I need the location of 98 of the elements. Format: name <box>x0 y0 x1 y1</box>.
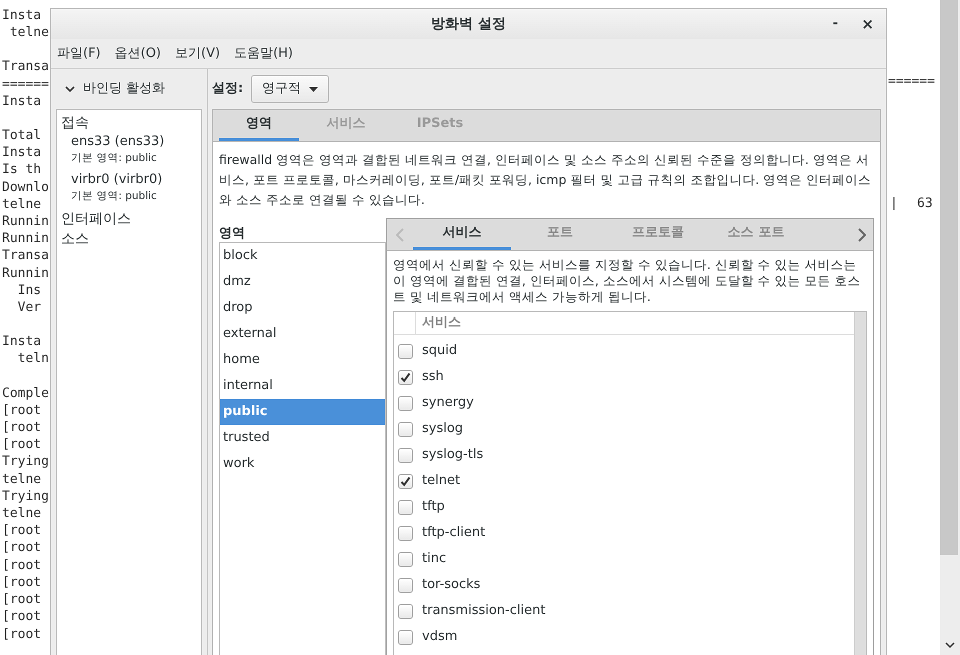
terminal-line: Insta <box>2 333 42 350</box>
terminal-line: [root <box>2 556 42 574</box>
terminal-line: Runnin <box>2 213 49 230</box>
checkbox[interactable] <box>398 474 413 488</box>
zone-item[interactable]: drop <box>220 295 385 321</box>
scrollbar[interactable] <box>854 312 866 655</box>
services-description: 영역에서 신뢰할 수 있는 서비스를 지정할 수 있습니다. 신뢰할 수 있는 서비스는 이 영역에 결합된 연결, 인터페이스, 소스에서 시스템에 도달할 수 있는 모든 호스트 및 네트워크에서 액세스 가능하게 됩니다. <box>393 257 862 305</box>
checkbox[interactable] <box>398 344 413 358</box>
terminal-text: 63 <box>917 195 933 212</box>
checkbox[interactable] <box>398 500 413 514</box>
terminal-line: Is th <box>2 161 42 179</box>
menu-item[interactable]: 도움말(H) <box>234 44 293 64</box>
zone-item[interactable]: internal <box>220 373 385 399</box>
check-icon <box>400 476 411 486</box>
checkbox[interactable] <box>398 630 413 644</box>
checkbox[interactable] <box>398 604 413 618</box>
scrollbar-thumb[interactable] <box>940 0 958 555</box>
tree-item[interactable]: 인터페이스 <box>61 209 197 229</box>
tree-item[interactable]: ens33 (ens33) <box>71 133 197 151</box>
terminal-line: [root <box>2 402 42 420</box>
terminal-line: [root <box>2 539 42 557</box>
terminal-text: | <box>890 195 898 212</box>
checkbox[interactable] <box>398 396 413 410</box>
service-name: tor-socks <box>422 576 480 594</box>
tree-item[interactable]: 소스 <box>61 229 197 249</box>
terminal-line: Insta <box>2 7 42 24</box>
tree-item[interactable]: virbr0 (virbr0) <box>71 171 197 189</box>
service-name: syslog <box>422 420 464 438</box>
terminal-line: [root <box>2 436 42 454</box>
caret-down-icon <box>309 86 318 92</box>
zone-item[interactable]: trusted <box>220 425 385 451</box>
terminal-line: Comple <box>2 384 49 402</box>
terminal-line: Runnin <box>2 264 49 282</box>
terminal-line: Trying <box>2 453 49 471</box>
checkbox[interactable] <box>398 448 413 462</box>
config-label: 설정: <box>212 80 244 98</box>
checkbox[interactable] <box>398 526 413 540</box>
service-name: syslog-tls <box>422 446 484 464</box>
terminal-line: [root <box>2 608 42 626</box>
chevron-left-icon[interactable] <box>396 228 404 242</box>
caret-down-icon[interactable] <box>945 642 955 649</box>
service-name: tftp <box>422 498 445 516</box>
zone-item[interactable]: work <box>220 451 385 477</box>
tree-item-subtitle: 기본 영역: public <box>71 189 158 203</box>
service-name: squid <box>422 342 458 360</box>
terminal-line: Insta <box>2 92 42 110</box>
column-header[interactable]: 서비스 <box>416 312 461 334</box>
terminal-line: Transa <box>2 58 49 76</box>
close-button[interactable]: × <box>861 13 874 36</box>
zones-label: 영역 <box>219 226 246 242</box>
menu-item[interactable]: 보기(V) <box>175 44 220 64</box>
zone-item[interactable]: home <box>220 347 385 373</box>
scrollbar[interactable] <box>940 0 960 655</box>
window-title: 방화벽 설정 <box>431 14 506 34</box>
service-name: transmission-client <box>422 602 546 620</box>
terminal-line: teln <box>16 350 49 368</box>
checkbox[interactable] <box>398 552 413 566</box>
service-name: ssh <box>422 368 444 386</box>
service-name: tftp-client <box>422 524 486 542</box>
zone-description: firewalld 영역은 영역과 결합된 네트워크 연결, 인터페이스 및 소스 주소의 신뢰된 수준을 정의합니다. 영역은 서비스, 포트 프로토콜, 마스커레이딩, 포트/패킷 포워딩, icmp 필터 및 고급 규칙의 조합입니다. 영역은 인터페이스와 소스 주소로 연결될 수 있습니다. <box>219 151 872 209</box>
service-name: synergy <box>422 394 474 412</box>
menu-item[interactable]: 파일(F) <box>57 44 101 64</box>
terminal-line: Total <box>2 127 42 144</box>
terminal-line: Downlo <box>2 178 49 196</box>
chevron-right-icon[interactable] <box>858 228 866 242</box>
terminal-line: [root <box>2 574 42 592</box>
terminal-line: telne <box>2 470 42 488</box>
terminal-line: [root <box>2 419 42 436</box>
service-name: tinc <box>422 550 446 568</box>
terminal-line: Ins <box>16 282 42 300</box>
tree-item[interactable]: 접속 <box>61 113 197 133</box>
zone-item[interactable]: dmz <box>220 269 385 295</box>
terminal-line: ====== <box>888 73 935 90</box>
zone-item[interactable]: block <box>220 243 385 269</box>
config-dropdown[interactable]: 영구적 <box>251 75 330 103</box>
terminal-line: Ver <box>16 299 42 316</box>
checkbox[interactable] <box>398 370 413 384</box>
terminal-line: telne <box>8 24 49 42</box>
terminal-line: [root <box>2 522 42 540</box>
minimize-button[interactable]: - <box>832 14 838 34</box>
tree-item-subtitle: 기본 영역: public <box>71 151 158 165</box>
checkbox[interactable] <box>398 578 413 592</box>
service-name: vdsm <box>422 628 458 646</box>
terminal-line: telne <box>2 196 42 214</box>
menu-item[interactable]: 옵션(O) <box>114 44 162 64</box>
terminal-line: Transa <box>2 247 49 265</box>
zone-item[interactable]: external <box>220 321 385 347</box>
terminal-line: telne <box>2 505 42 522</box>
check-icon <box>400 372 411 382</box>
binding-toggle[interactable]: 바인딩 활성화 <box>51 69 207 109</box>
terminal-line: Runnin <box>2 230 49 248</box>
terminal-line: ====== <box>2 76 49 93</box>
terminal-line: [root <box>2 626 42 643</box>
terminal-line: [root <box>2 591 42 608</box>
terminal-line: Trying <box>2 488 49 506</box>
terminal-line: Insta <box>2 144 42 162</box>
service-name: telnet <box>422 472 460 490</box>
checkbox[interactable] <box>398 422 413 436</box>
